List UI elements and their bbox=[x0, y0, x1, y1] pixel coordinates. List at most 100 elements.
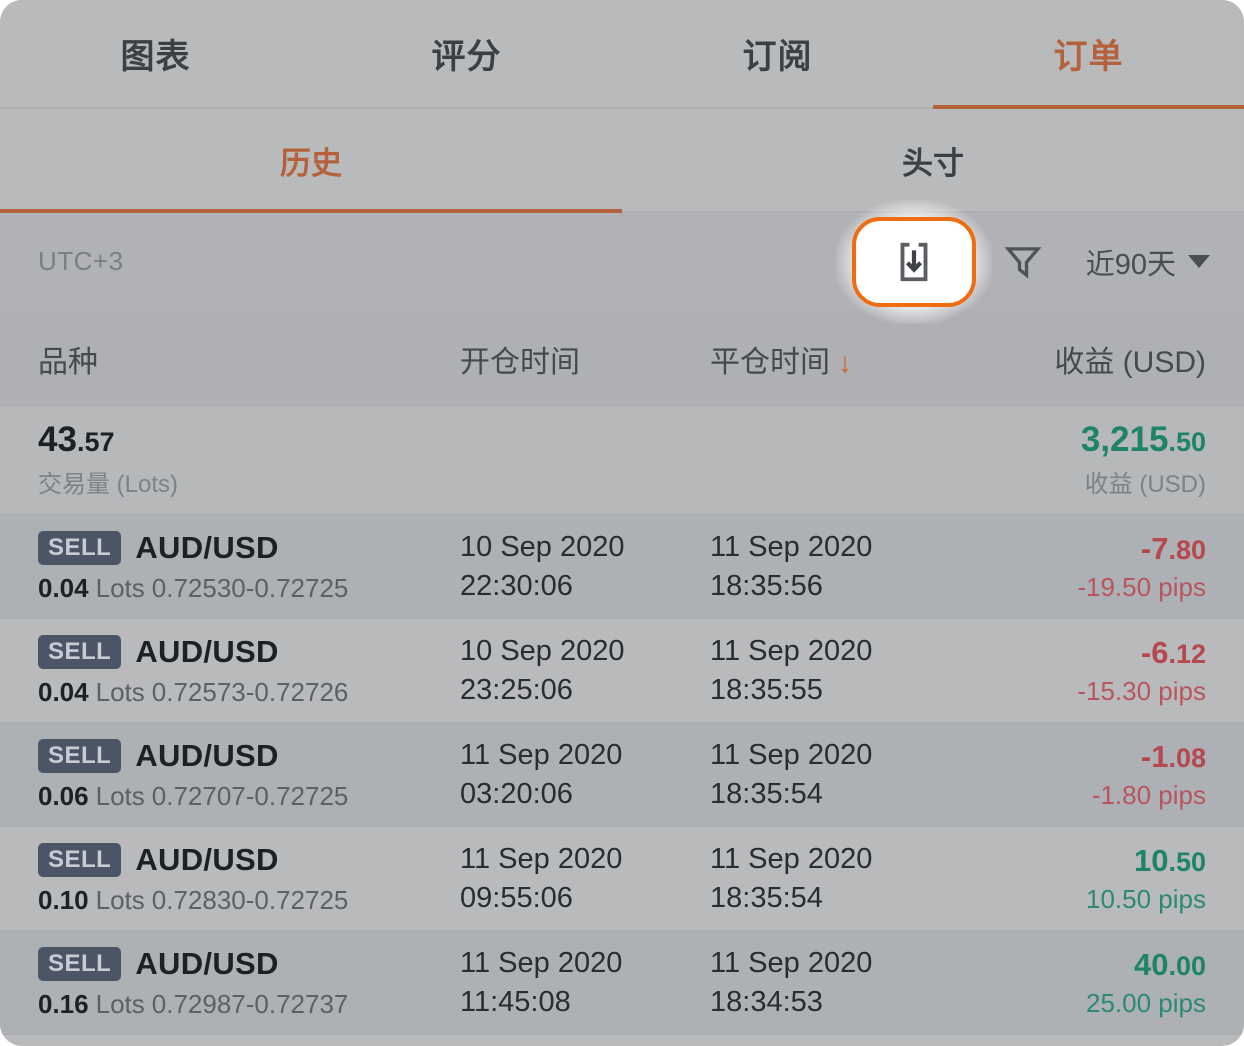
table-row[interactable]: SELL AUD/USD 0.04 Lots 0.72530-0.72725 10 Sep… bbox=[0, 515, 1244, 619]
tab-rating[interactable]: 评分 bbox=[311, 0, 622, 107]
symbol-line: SELL AUD/USD bbox=[38, 738, 460, 774]
export-button[interactable] bbox=[851, 216, 976, 307]
open-date: 10 Sep 2020 bbox=[460, 531, 625, 564]
funnel-icon bbox=[1004, 246, 1042, 279]
close-time: 18:35:55 bbox=[710, 673, 823, 706]
profit-dec: .08 bbox=[1168, 742, 1206, 773]
volume-line: 0.06 Lots 0.72707-0.72725 bbox=[38, 781, 460, 812]
symbol-name: AUD/USD bbox=[135, 841, 279, 877]
subtab-positions-label: 头寸 bbox=[902, 145, 964, 181]
tab-rating-label: 评分 bbox=[431, 38, 502, 76]
cell-close-time: 11 Sep 2020 18:34:53 bbox=[710, 944, 960, 1021]
side-badge: SELL bbox=[38, 634, 122, 669]
column-header-symbol-label: 品种 bbox=[38, 345, 98, 379]
summary-profit: 3,215.50 收益 (USD) bbox=[1081, 421, 1206, 500]
main-tab-bar: 图表 评分 订阅 订单 bbox=[0, 0, 1244, 109]
profit-pips: 25.00 pips bbox=[1086, 988, 1206, 1018]
cell-close-time: 11 Sep 2020 18:35:54 bbox=[710, 840, 960, 917]
symbol-name: AUD/USD bbox=[135, 737, 279, 773]
volume-line: 0.04 Lots 0.72573-0.72726 bbox=[38, 677, 460, 708]
cell-profit: 40.00 25.00 pips bbox=[960, 946, 1206, 1019]
side-badge: SELL bbox=[38, 946, 122, 981]
profit-int: 40 bbox=[1133, 946, 1169, 982]
open-date: 10 Sep 2020 bbox=[460, 635, 625, 668]
price-range: 0.72573-0.72726 bbox=[151, 676, 349, 707]
summary-profit-dec: .50 bbox=[1168, 426, 1206, 457]
table-row[interactable]: SELL AUD/USD 0.10 Lots 0.72830-0.72725 11 Sep… bbox=[0, 827, 1244, 931]
profit-int: -7 bbox=[1140, 530, 1169, 566]
column-header-open-time-label: 开仓时间 bbox=[460, 345, 580, 379]
orders-table-body: SELL AUD/USD 0.04 Lots 0.72530-0.72725 10 Sep… bbox=[0, 515, 1244, 1035]
column-header-close-time[interactable]: 平仓时间 ↓ bbox=[710, 337, 960, 381]
summary-volume-value: 43.57 bbox=[38, 419, 178, 459]
column-header-symbol[interactable]: 品种 bbox=[0, 337, 460, 381]
symbol-line: SELL AUD/USD bbox=[38, 946, 460, 982]
symbol-line: SELL AUD/USD bbox=[38, 842, 460, 878]
column-header-open-time[interactable]: 开仓时间 bbox=[460, 337, 710, 381]
tab-charts[interactable]: 图表 bbox=[0, 0, 311, 107]
download-box-icon bbox=[900, 242, 928, 281]
history-toolbar: UTC+3 近90天 bbox=[0, 199, 1244, 324]
table-row[interactable]: SELL AUD/USD 0.06 Lots 0.72707-0.72725 11 Sep… bbox=[0, 723, 1244, 827]
cell-profit: -6.12 -15.30 pips bbox=[960, 634, 1206, 707]
table-row[interactable]: SELL AUD/USD 0.16 Lots 0.72987-0.72737 11 Sep… bbox=[0, 931, 1244, 1035]
summary-volume-int: 43 bbox=[38, 419, 77, 459]
date-range-dropdown[interactable]: 近90天 bbox=[1066, 241, 1216, 283]
close-date: 11 Sep 2020 bbox=[710, 635, 873, 668]
tab-subscription[interactable]: 订阅 bbox=[622, 0, 933, 107]
open-date: 11 Sep 2020 bbox=[460, 947, 623, 980]
open-date: 11 Sep 2020 bbox=[460, 739, 623, 772]
open-date: 11 Sep 2020 bbox=[460, 843, 623, 876]
tab-orders[interactable]: 订单 bbox=[933, 0, 1244, 109]
tab-orders-label: 订单 bbox=[1053, 38, 1124, 76]
tab-subscription-label: 订阅 bbox=[742, 38, 813, 76]
lot-size: 0.06 bbox=[38, 780, 89, 811]
timezone-label: UTC+3 bbox=[38, 246, 124, 276]
close-time: 18:35:54 bbox=[710, 777, 823, 810]
volume-line: 0.10 Lots 0.72830-0.72725 bbox=[38, 885, 460, 916]
close-date: 11 Sep 2020 bbox=[710, 739, 873, 772]
symbol-line: SELL AUD/USD bbox=[38, 530, 460, 566]
close-date: 11 Sep 2020 bbox=[710, 947, 873, 980]
close-time: 18:34:53 bbox=[710, 985, 823, 1018]
subtab-history[interactable]: 历史 bbox=[0, 109, 622, 213]
cell-close-time: 11 Sep 2020 18:35:55 bbox=[710, 632, 960, 709]
side-badge: SELL bbox=[38, 842, 122, 877]
side-badge: SELL bbox=[38, 530, 122, 565]
profit-int: 10 bbox=[1133, 842, 1169, 878]
profit-int: -6 bbox=[1140, 634, 1169, 670]
lot-size: 0.10 bbox=[38, 884, 89, 915]
profit-value: 40.00 bbox=[960, 946, 1206, 983]
summary-volume-label: 交易量 (Lots) bbox=[38, 471, 179, 499]
close-date: 11 Sep 2020 bbox=[710, 531, 873, 564]
column-header-profit[interactable]: 收益 (USD) bbox=[960, 337, 1244, 381]
cell-symbol: SELL AUD/USD 0.10 Lots 0.72830-0.72725 bbox=[38, 842, 460, 916]
cell-symbol: SELL AUD/USD 0.16 Lots 0.72987-0.72737 bbox=[38, 946, 460, 1020]
sort-descending-icon: ↓ bbox=[838, 346, 852, 378]
open-time: 22:30:06 bbox=[460, 569, 573, 602]
column-header-close-time-label: 平仓时间 bbox=[710, 345, 830, 379]
sub-tab-bar: 历史 头寸 bbox=[0, 109, 1244, 213]
symbol-name: AUD/USD bbox=[135, 945, 279, 981]
orders-history-panel: 图表 评分 订阅 订单 历史 头寸 UTC+3 近90天 品种 开仓时间 平仓时… bbox=[0, 0, 1244, 1046]
lots-unit: Lots bbox=[95, 780, 145, 811]
cell-open-time: 11 Sep 2020 03:20:06 bbox=[460, 736, 710, 813]
subtab-positions[interactable]: 头寸 bbox=[622, 109, 1244, 211]
profit-value: -6.12 bbox=[960, 634, 1206, 671]
cell-symbol: SELL AUD/USD 0.04 Lots 0.72573-0.72726 bbox=[38, 634, 460, 708]
lots-unit: Lots bbox=[95, 988, 145, 1019]
cell-close-time: 11 Sep 2020 18:35:56 bbox=[710, 528, 960, 605]
subtab-history-label: 历史 bbox=[280, 145, 342, 181]
volume-line: 0.04 Lots 0.72530-0.72725 bbox=[38, 573, 460, 604]
filter-button[interactable] bbox=[984, 223, 1062, 301]
summary-row: 43.57 交易量 (Lots) 3,215.50 收益 (USD) bbox=[0, 407, 1244, 515]
cell-profit: 10.50 10.50 pips bbox=[960, 842, 1206, 915]
toolbar-actions: 近90天 bbox=[835, 199, 1216, 324]
profit-value: -1.08 bbox=[960, 738, 1206, 775]
tab-charts-label: 图表 bbox=[120, 38, 191, 76]
profit-dec: .80 bbox=[1168, 534, 1206, 565]
export-button-wrapper bbox=[835, 199, 992, 324]
table-row[interactable]: SELL AUD/USD 0.04 Lots 0.72573-0.72726 10 Sep… bbox=[0, 619, 1244, 723]
chevron-down-icon bbox=[1188, 255, 1210, 268]
profit-value: 10.50 bbox=[960, 842, 1206, 879]
